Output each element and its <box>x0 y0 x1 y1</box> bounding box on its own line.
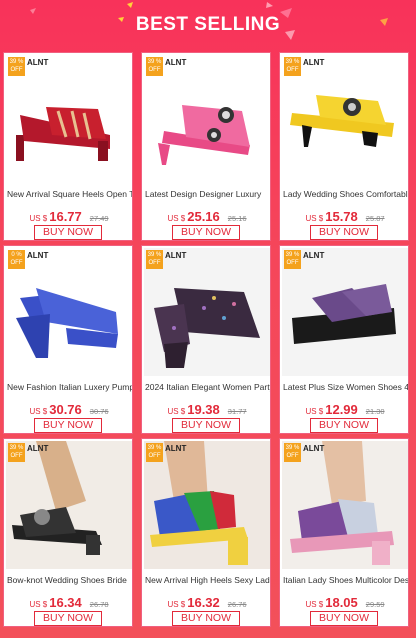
brand-logo: ALNT <box>27 251 49 260</box>
buy-now-button[interactable]: BUY NOW <box>310 611 378 626</box>
brand-logo: ALNT <box>27 58 49 67</box>
product-card[interactable]: 39 % OFF ALNT New Arrival Square Heels O… <box>3 52 133 241</box>
currency-label: US $ <box>167 214 186 223</box>
product-card[interactable]: 0 % OFF ALNT New Fashion Italian Luxery … <box>3 245 133 434</box>
discount-badge: 39 % OFF <box>146 57 163 76</box>
original-price: 26.76 <box>227 600 247 609</box>
discount-badge: 39 % OFF <box>146 443 163 462</box>
sale-price: 16.77 <box>49 209 82 224</box>
product-title[interactable]: Italian Lady Shoes Multicolor Design <box>283 575 408 585</box>
buy-now-button[interactable]: BUY NOW <box>172 418 240 433</box>
product-card[interactable]: 39 % OFF ALNT Italian Lady Shoes Multico… <box>279 438 409 627</box>
product-title[interactable]: New Arrival Square Heels Open Toe <box>7 189 132 199</box>
sale-price: 16.34 <box>49 595 82 610</box>
product-title[interactable]: Latest Plus Size Women Shoes 42 <box>283 382 408 392</box>
sale-price: 30.76 <box>49 402 82 417</box>
product-card[interactable]: 39 % OFF ALNT Lady Wedding Shoes Comfort… <box>279 52 409 241</box>
product-card[interactable]: 39 % OFF ALNT Latest Plus Size Women Sho… <box>279 245 409 434</box>
original-price: 25.87 <box>365 214 385 223</box>
price-row: US $18.05 29.59 <box>280 594 410 610</box>
buy-now-button[interactable]: BUY NOW <box>172 611 240 626</box>
brand-logo: ALNT <box>27 444 49 453</box>
discount-badge: 39 % OFF <box>284 250 301 269</box>
currency-label: US $ <box>167 600 186 609</box>
currency-label: US $ <box>305 407 324 416</box>
product-title[interactable]: Lady Wedding Shoes Comfortable <box>283 189 408 199</box>
product-card[interactable]: 39 % OFF ALNT New Arrival High Heels Sex… <box>141 438 271 627</box>
buy-now-button[interactable]: BUY NOW <box>34 225 102 240</box>
sale-price: 18.05 <box>325 595 358 610</box>
brand-logo: ALNT <box>165 251 187 260</box>
currency-label: US $ <box>29 600 48 609</box>
sale-price: 19.38 <box>187 402 220 417</box>
original-price: 26.78 <box>89 600 109 609</box>
buy-now-button[interactable]: BUY NOW <box>172 225 240 240</box>
price-row: US $15.78 25.87 <box>280 208 410 224</box>
buy-now-button[interactable]: BUY NOW <box>310 225 378 240</box>
buy-now-button[interactable]: BUY NOW <box>34 611 102 626</box>
buy-now-button[interactable]: BUY NOW <box>34 418 102 433</box>
best-selling-banner: BEST SELLING <box>0 0 416 52</box>
product-title[interactable]: New Arrival High Heels Sexy Ladies <box>145 575 270 585</box>
original-price: 31.77 <box>227 407 247 416</box>
brand-logo: ALNT <box>303 58 325 67</box>
original-price: 30.76 <box>89 407 109 416</box>
discount-badge: 39 % OFF <box>146 250 163 269</box>
currency-label: US $ <box>29 407 48 416</box>
brand-logo: ALNT <box>303 251 325 260</box>
discount-badge: 39 % OFF <box>8 57 25 76</box>
product-title[interactable]: Bow-knot Wedding Shoes Bride <box>7 575 132 585</box>
currency-label: US $ <box>29 214 48 223</box>
discount-badge: 0 % OFF <box>8 250 25 269</box>
sale-price: 16.32 <box>187 595 220 610</box>
original-price: 27.49 <box>89 214 109 223</box>
price-row: US $16.32 26.76 <box>142 594 272 610</box>
product-title[interactable]: Latest Design Designer Luxury <box>145 189 270 199</box>
sale-price: 25.16 <box>187 209 220 224</box>
product-card[interactable]: 39 % OFF ALNT Bow-knot Wedding Shoes Bri… <box>3 438 133 627</box>
original-price: 25.16 <box>227 214 247 223</box>
brand-logo: ALNT <box>303 444 325 453</box>
discount-badge: 39 % OFF <box>8 443 25 462</box>
price-row: US $30.76 30.76 <box>4 401 134 417</box>
discount-badge: 39 % OFF <box>284 57 301 76</box>
currency-label: US $ <box>305 214 324 223</box>
product-card[interactable]: 39 % OFF ALNT 2024 Italian Elegant Women… <box>141 245 271 434</box>
brand-logo: ALNT <box>165 58 187 67</box>
product-title[interactable]: 2024 Italian Elegant Women Party <box>145 382 270 392</box>
product-title[interactable]: New Fashion Italian Luxery Pumps <box>7 382 132 392</box>
price-row: US $16.34 26.78 <box>4 594 134 610</box>
price-row: US $19.38 31.77 <box>142 401 272 417</box>
currency-label: US $ <box>167 407 186 416</box>
price-row: US $25.16 25.16 <box>142 208 272 224</box>
sale-price: 15.78 <box>325 209 358 224</box>
sale-price: 12.99 <box>325 402 358 417</box>
brand-logo: ALNT <box>165 444 187 453</box>
currency-label: US $ <box>305 600 324 609</box>
page-title: BEST SELLING <box>135 14 281 35</box>
discount-badge: 39 % OFF <box>284 443 301 462</box>
original-price: 21.30 <box>365 407 385 416</box>
buy-now-button[interactable]: BUY NOW <box>310 418 378 433</box>
price-row: US $16.77 27.49 <box>4 208 134 224</box>
original-price: 29.59 <box>365 600 385 609</box>
product-card[interactable]: 39 % OFF ALNT Latest Design Designer Lux… <box>141 52 271 241</box>
price-row: US $12.99 21.30 <box>280 401 410 417</box>
